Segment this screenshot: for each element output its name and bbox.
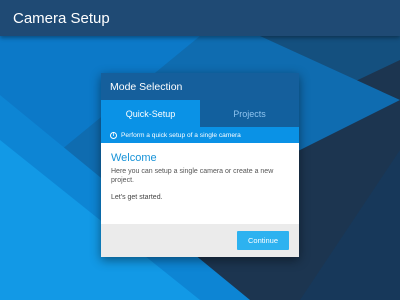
get-started-text: Let's get started. [111,194,163,201]
dialog-content: Welcome Here you can setup a single came… [101,143,299,224]
app-bar: Camera Setup [0,0,400,36]
info-icon: i [110,131,117,139]
dialog-title: Mode Selection [110,80,183,93]
welcome-description: Here you can setup a single camera or cr… [111,168,274,184]
app-title: Camera Setup [13,9,110,27]
info-text: Perform a quick setup of a single camera [121,131,241,139]
info-bar: i Perform a quick setup of a single came… [101,127,299,143]
tab-quick-setup[interactable]: Quick-Setup [101,100,200,127]
dialog-header: Mode Selection [101,73,299,100]
continue-button[interactable]: Continue [237,231,289,250]
dialog-footer: Continue [101,224,299,257]
welcome-heading: Welcome [111,152,157,164]
tab-bar: Quick-Setup Projects [101,100,299,127]
tab-projects[interactable]: Projects [200,100,299,127]
mode-selection-dialog: Mode Selection Quick-Setup Projects i Pe… [101,73,299,257]
